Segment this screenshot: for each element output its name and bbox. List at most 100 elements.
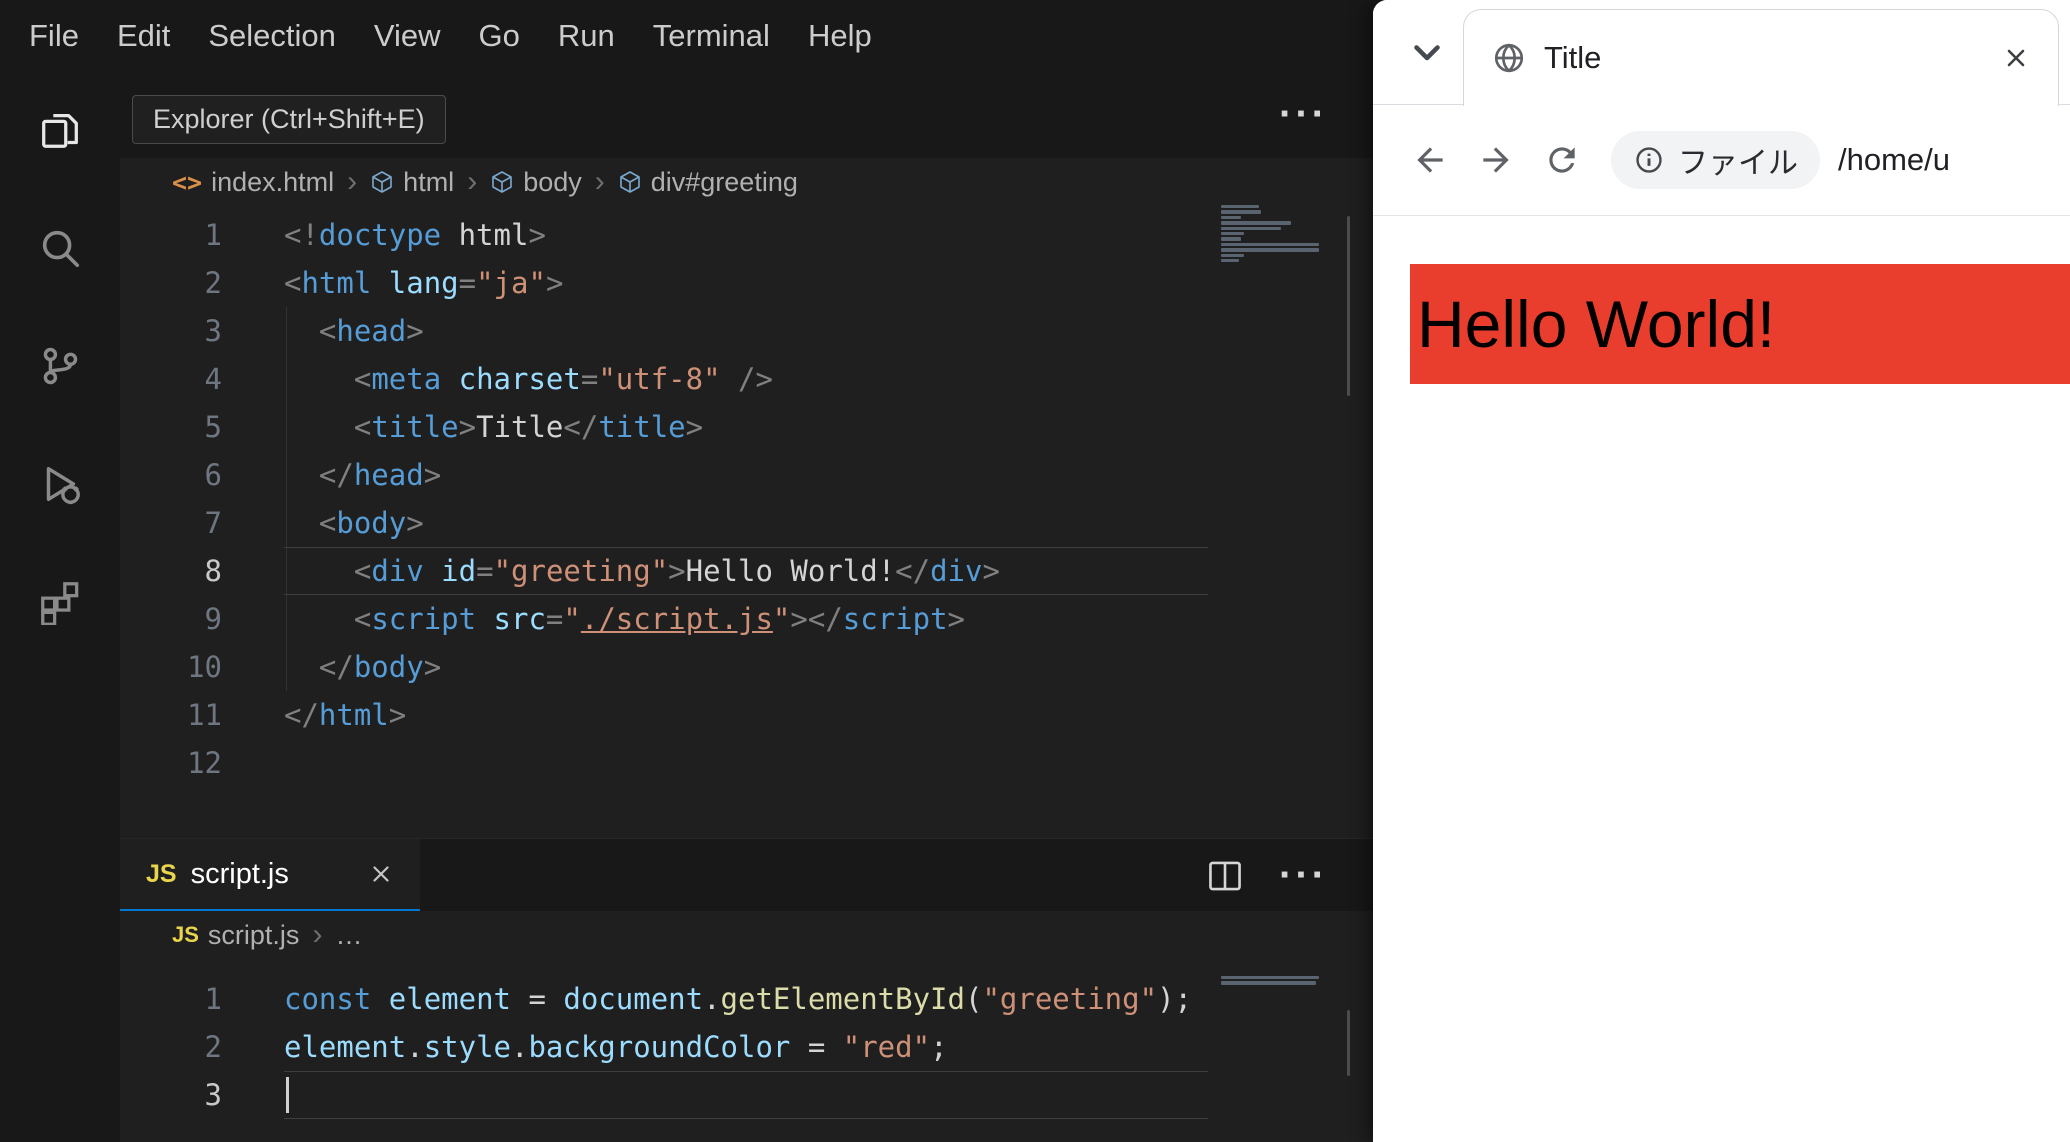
breadcrumb-item[interactable]: JS script.js [172, 920, 299, 951]
minimap-js[interactable] [1221, 976, 1323, 992]
breadcrumb-item[interactable]: html [370, 167, 454, 198]
minimap-line [1221, 226, 1281, 230]
tab-close-icon[interactable] [368, 861, 394, 887]
breadcrumb-item[interactable]: body [490, 167, 582, 198]
browser-tab[interactable]: Title [1463, 9, 2059, 106]
breadcrumb-label: html [403, 166, 455, 197]
tab-script-js[interactable]: JS script.js [120, 839, 420, 912]
line-number: 2 [204, 266, 222, 300]
tab-search-chevron-icon[interactable] [1399, 24, 1455, 80]
url-text: /home/u [1838, 142, 1951, 177]
minimap-html[interactable] [1221, 205, 1323, 270]
explorer-icon[interactable] [0, 71, 120, 189]
globe-icon [1492, 41, 1526, 75]
minimap-line [1221, 221, 1291, 225]
code-line-1[interactable]: 1 const element = document.getElementById… [0, 975, 1373, 1023]
code-line-11[interactable]: 11 </html> [0, 691, 1373, 739]
js-editor[interactable]: 1 const element = document.getElementById… [0, 975, 1373, 1119]
breadcrumb-label: script.js [207, 919, 300, 950]
minimap-line [1221, 253, 1244, 257]
code-line-4[interactable]: 4 <meta charset="utf-8" /> [0, 355, 1373, 403]
symbol-cube-icon [490, 170, 514, 194]
code-line-9[interactable]: 9 <script src="./script.js"></script> [0, 595, 1373, 643]
code-text: <script src="./script.js"></script> [353, 602, 966, 636]
scrollbar-html[interactable] [1347, 216, 1350, 396]
info-icon[interactable] [1633, 144, 1665, 176]
code-line-3[interactable]: 3 <head> [0, 307, 1373, 355]
code-line-2[interactable]: 2 <html lang="ja"> [0, 259, 1373, 307]
breadcrumb-separator: › [312, 918, 323, 951]
minimap-line [1221, 210, 1261, 214]
greeting-div: Hello World! [1410, 264, 2070, 384]
breadcrumb-js: JS script.js › … [120, 911, 1373, 959]
line-number: 10 [187, 650, 222, 684]
browser-toolbar: ファイル /home/u [1373, 105, 2070, 216]
vscode-window: File Edit Selection View Go Run Terminal Help [0, 0, 1373, 1142]
line-number: 8 [204, 554, 222, 588]
code-line-3[interactable]: 3 [0, 1071, 1373, 1119]
code-text: <meta charset="utf-8" /> [353, 362, 773, 396]
text-cursor [286, 1077, 289, 1113]
panel-actions: ··· [1207, 839, 1328, 912]
tab-close-button[interactable] [2002, 44, 2030, 72]
code-line-5[interactable]: 5 <title>Title</title> [0, 403, 1373, 451]
line-number: 1 [204, 982, 222, 1016]
code-line-6[interactable]: 6 </head> [0, 451, 1373, 499]
breadcrumb-item[interactable]: … [335, 920, 362, 951]
editor-more-actions-button[interactable]: ··· [1279, 71, 1328, 158]
code-text: <head> [318, 314, 424, 348]
breadcrumb-item[interactable]: div#greeting [618, 167, 798, 198]
menu-item-help[interactable]: Help [789, 18, 891, 54]
explorer-tooltip: Explorer (Ctrl+Shift+E) [132, 95, 446, 144]
menu-item-view[interactable]: View [355, 18, 460, 54]
panel-more-actions-button[interactable]: ··· [1279, 853, 1328, 898]
address-bar[interactable]: ファイル [1611, 131, 1820, 189]
menu-item-go[interactable]: Go [460, 18, 539, 54]
line-number: 3 [204, 314, 222, 348]
greeting-text: Hello World! [1417, 287, 1776, 361]
scrollbar-js[interactable] [1347, 1010, 1350, 1076]
js-file-icon: JS [172, 922, 199, 947]
code-text: <!doctype html> [284, 218, 546, 252]
tab-label: script.js [190, 857, 289, 890]
tab-strip: Title [1373, 0, 2070, 106]
page-content: Hello World! [1373, 216, 2070, 1142]
menu-item-run[interactable]: Run [539, 18, 634, 54]
breadcrumb-separator: › [347, 165, 358, 198]
menu-item-file[interactable]: File [10, 18, 98, 54]
minimap-line [1221, 205, 1259, 209]
code-line-10[interactable]: 10 </body> [0, 643, 1373, 691]
minimap-line [1221, 231, 1244, 236]
code-text: </html> [284, 698, 407, 732]
code-line-12[interactable]: 12 [0, 739, 1373, 787]
back-button[interactable] [1397, 127, 1463, 193]
html-editor[interactable]: 1 <!doctype html> 2 <html lang="ja"> 3 <head… [0, 211, 1373, 787]
menu-item-selection[interactable]: Selection [189, 18, 355, 54]
minimap-line [1221, 976, 1319, 980]
breadcrumb-label: … [335, 919, 363, 950]
breadcrumb-label: div#greeting [650, 166, 798, 197]
breadcrumb-html: <> index.html › html › body › div#greeting [120, 158, 1373, 206]
code-text: <body> [318, 506, 424, 540]
code-line-1[interactable]: 1 <!doctype html> [0, 211, 1373, 259]
js-file-icon: JS [146, 859, 177, 888]
reload-button[interactable] [1529, 127, 1595, 193]
code-line-2[interactable]: 2 element.style.backgroundColor = "red"; [0, 1023, 1373, 1071]
menu-item-edit[interactable]: Edit [98, 18, 189, 54]
breadcrumb-label: body [523, 166, 582, 197]
breadcrumb-separator: › [594, 165, 605, 198]
breadcrumb-item[interactable]: <> index.html [172, 167, 334, 198]
code-line-7[interactable]: 7 <body> [0, 499, 1373, 547]
line-number: 2 [204, 1030, 222, 1064]
minimap-line [1221, 215, 1241, 220]
menu-item-terminal[interactable]: Terminal [634, 18, 789, 54]
code-line-8[interactable]: 8 <div id="greeting">Hello World!</div> [0, 547, 1373, 595]
symbol-cube-icon [618, 170, 642, 194]
code-text: <title>Title</title> [353, 410, 704, 444]
menu-bar: File Edit Selection View Go Run Terminal Help [0, 0, 1373, 71]
forward-button[interactable] [1463, 127, 1529, 193]
minimap-line [1221, 981, 1316, 985]
split-editor-icon[interactable] [1207, 860, 1243, 892]
